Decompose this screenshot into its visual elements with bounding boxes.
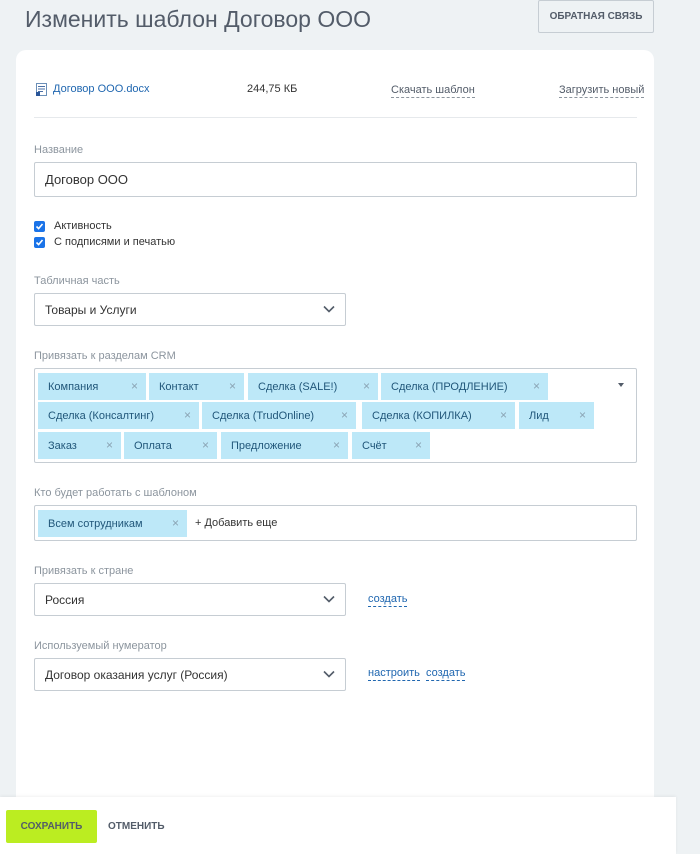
country-value: Россия: [45, 592, 85, 607]
dropdown-arrow-icon[interactable]: [618, 383, 624, 387]
remove-tag-icon[interactable]: ×: [533, 380, 540, 392]
save-button[interactable]: СОХРАНИТЬ: [6, 810, 97, 843]
remove-tag-icon[interactable]: ×: [184, 409, 191, 421]
crm-tag: Сделка (SALE!) ×: [248, 373, 378, 400]
upload-new-link[interactable]: Загрузить новый: [559, 84, 645, 98]
chevron-down-icon: [323, 670, 335, 678]
crm-sections-tagbox[interactable]: Компания × Контакт × Сделка (SALE!) × Сделк…: [34, 368, 637, 463]
template-form-card: Договор ООО.docx 244,75 КБ Скачать шабло…: [16, 50, 654, 810]
name-input[interactable]: Договор ООО: [34, 162, 637, 197]
crm-tag: Счёт ×: [352, 432, 430, 459]
remove-tag-icon[interactable]: ×: [106, 439, 113, 451]
country-select[interactable]: Россия: [34, 583, 346, 616]
cancel-button[interactable]: ОТМЕНИТЬ: [108, 810, 165, 843]
numerator-label: Используемый нумератор: [34, 640, 167, 652]
docx-file-icon: [36, 83, 47, 96]
file-size: 244,75 КБ: [247, 83, 298, 95]
crm-tag: Сделка (Консалтинг) ×: [38, 402, 199, 429]
signatures-label: С подписями и печатью: [54, 236, 176, 248]
country-create-link[interactable]: создать: [368, 593, 408, 607]
crm-tag: Сделка (ПРОДЛЕНИЕ) ×: [381, 373, 548, 400]
users-tagbox[interactable]: Всем сотрудникам × + Добавить еще: [34, 505, 637, 541]
crm-tag: Сделка (TrudOnline) ×: [202, 402, 356, 429]
divider: [34, 117, 637, 118]
numerator-create-link[interactable]: создать: [426, 667, 466, 681]
numerator-value: Договор оказания услуг (Россия): [45, 667, 228, 682]
page-title: Изменить шаблон Договор ООО: [25, 6, 371, 32]
remove-tag-icon[interactable]: ×: [229, 380, 236, 392]
download-template-link[interactable]: Скачать шаблон: [391, 84, 475, 98]
remove-tag-icon[interactable]: ×: [500, 409, 507, 421]
crm-tag: Оплата ×: [124, 432, 217, 459]
remove-tag-icon[interactable]: ×: [415, 439, 422, 451]
scrollbar-track[interactable]: [676, 0, 700, 854]
crm-tag: Сделка (КОПИЛКА) ×: [362, 402, 515, 429]
crm-tag: Компания ×: [38, 373, 146, 400]
name-label: Название: [34, 144, 84, 156]
remove-tag-icon[interactable]: ×: [579, 409, 586, 421]
table-part-label: Табличная часть: [34, 275, 120, 287]
table-part-value: Товары и Услуги: [45, 302, 137, 317]
checkbox-checked-icon[interactable]: [34, 220, 45, 232]
activity-label: Активность: [54, 220, 112, 232]
table-part-select[interactable]: Товары и Услуги: [34, 293, 346, 326]
crm-tag: Контакт ×: [149, 373, 244, 400]
numerator-configure-link[interactable]: настроить: [368, 667, 420, 681]
remove-tag-icon[interactable]: ×: [131, 380, 138, 392]
remove-tag-icon[interactable]: ×: [363, 380, 370, 392]
crm-tag: Заказ ×: [38, 432, 121, 459]
crm-label: Привязать к разделам CRM: [34, 350, 176, 362]
footer-bar: СОХРАНИТЬ ОТМЕНИТЬ: [0, 797, 676, 854]
remove-tag-icon[interactable]: ×: [202, 439, 209, 451]
checkbox-checked-icon[interactable]: [34, 236, 45, 248]
feedback-button[interactable]: ОБРАТНАЯ СВЯЗЬ: [538, 0, 654, 33]
activity-checkbox-row[interactable]: Активность: [34, 220, 112, 232]
remove-tag-icon[interactable]: ×: [341, 409, 348, 421]
crm-tag: Лид ×: [519, 402, 594, 429]
remove-tag-icon[interactable]: ×: [172, 517, 179, 529]
file-name-link[interactable]: Договор ООО.docx: [53, 83, 150, 95]
user-tag: Всем сотрудникам ×: [38, 510, 187, 537]
remove-tag-icon[interactable]: ×: [333, 439, 340, 451]
users-label: Кто будет работать с шаблоном: [34, 487, 197, 499]
crm-tag: Предложение ×: [221, 432, 348, 459]
country-label: Привязать к стране: [34, 565, 134, 577]
numerator-select[interactable]: Договор оказания услуг (Россия): [34, 658, 346, 691]
chevron-down-icon: [323, 305, 335, 313]
add-more-link[interactable]: + Добавить еще: [195, 517, 277, 529]
chevron-down-icon: [323, 595, 335, 603]
file-row: Договор ООО.docx 244,75 КБ Скачать шабло…: [16, 50, 654, 118]
signatures-checkbox-row[interactable]: С подписями и печатью: [34, 236, 175, 248]
